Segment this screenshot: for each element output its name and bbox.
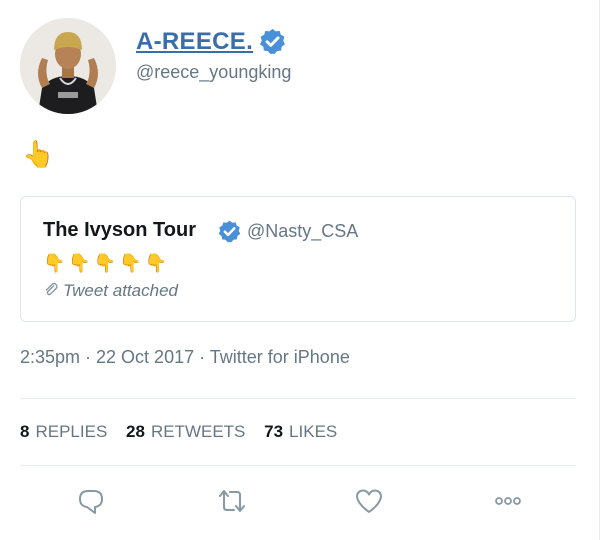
tweet-timestamp[interactable]: 2:35pm · 22 Oct 2017 · Twitter for iPhon…	[20, 347, 350, 368]
author-display-name[interactable]: A-REECE.	[136, 28, 253, 56]
tweet-text: 👆	[22, 139, 55, 169]
author-handle[interactable]: @reece_youngking	[136, 62, 291, 83]
paperclip-icon	[43, 282, 59, 298]
reply-icon	[79, 490, 103, 514]
quoted-display-name: The Ivyson Tour	[43, 219, 196, 241]
tweet-stats: 8 REPLIES 28 RETWEETS 73 LIKES	[20, 422, 351, 442]
replies-label: REPLIES	[35, 422, 108, 441]
quoted-tweet[interactable]: The Ivyson Tour @Nasty_CSA 👇👇👇👇👇 Tweet a…	[20, 196, 576, 322]
retweet-icon	[219, 490, 245, 512]
more-button[interactable]	[492, 485, 524, 517]
verified-badge-icon	[258, 27, 287, 56]
like-icon	[356, 489, 382, 513]
retweets-label: RETWEETS	[150, 422, 246, 441]
divider	[20, 398, 576, 399]
quoted-tweet-text: 👇👇👇👇👇	[43, 253, 171, 273]
retweet-button[interactable]	[216, 485, 248, 517]
likes-count: 73	[264, 422, 284, 441]
tweet-card: A-REECE. @reece_youngking 👆 The Ivyson T…	[0, 0, 600, 540]
replies-stat[interactable]: 8 REPLIES	[20, 422, 107, 441]
attachment-note: Tweet attached	[43, 281, 178, 301]
reply-button[interactable]	[75, 485, 107, 517]
quoted-handle: @Nasty_CSA	[247, 221, 359, 241]
retweets-count: 28	[126, 422, 145, 441]
verified-badge-icon	[217, 219, 242, 244]
attachment-label: Tweet attached	[63, 281, 178, 300]
likes-stat[interactable]: 73 LIKES	[264, 422, 337, 441]
retweets-stat[interactable]: 28 RETWEETS	[126, 422, 245, 441]
like-button[interactable]	[353, 485, 385, 517]
more-icon	[495, 497, 521, 505]
avatar[interactable]	[20, 18, 116, 114]
divider	[20, 465, 576, 466]
avatar-image	[20, 18, 116, 114]
likes-label: LIKES	[289, 422, 338, 441]
replies-count: 8	[20, 422, 30, 441]
